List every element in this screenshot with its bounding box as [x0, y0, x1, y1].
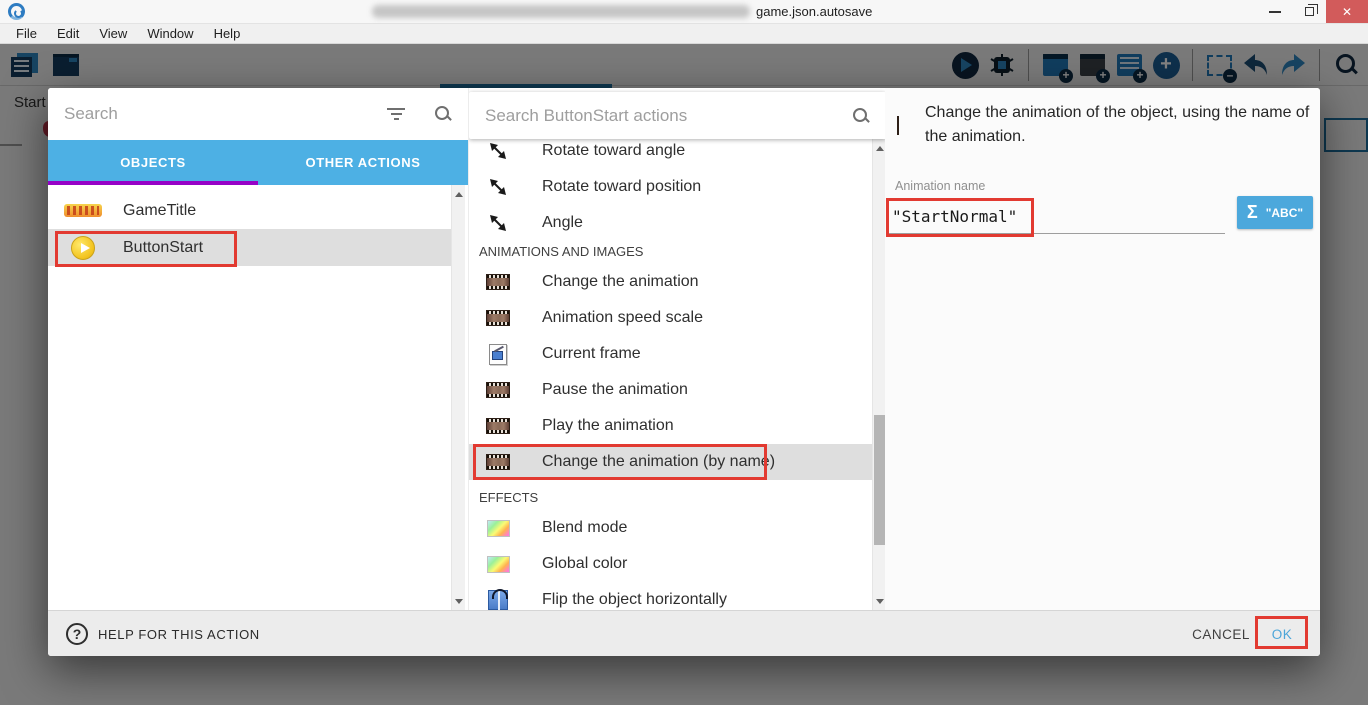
- animation-name-field[interactable]: [892, 202, 1032, 230]
- restore-button[interactable]: [1292, 0, 1326, 23]
- gdevelop-logo-icon: [8, 3, 25, 20]
- object-search-input[interactable]: [64, 88, 364, 140]
- action-list-panel: Rotate toward angle Rotate toward positi…: [468, 88, 885, 610]
- scroll-down-icon[interactable]: [452, 594, 466, 608]
- minimize-icon: [1269, 11, 1281, 13]
- buttonstart-thumbnail-icon: [71, 236, 95, 260]
- menu-window[interactable]: Window: [137, 26, 203, 41]
- object-selector-panel: OBJECTS OTHER ACTIONS GameTitle ButtonSt…: [48, 88, 468, 610]
- animation-name-label: Animation name: [895, 179, 985, 193]
- menu-view[interactable]: View: [89, 26, 137, 41]
- rotate-arrow-icon: [488, 213, 508, 233]
- minimize-button[interactable]: [1258, 0, 1292, 23]
- film-strip-icon: [486, 454, 510, 470]
- frame-page-icon: [489, 344, 507, 365]
- action-parameters-panel: Change the animation of the object, usin…: [885, 88, 1320, 610]
- app-window: game.json.autosave ✕ File Edit View Wind…: [0, 0, 1368, 705]
- menu-edit[interactable]: Edit: [47, 26, 89, 41]
- action-row[interactable]: Change the animation: [469, 264, 872, 300]
- action-row[interactable]: Rotate toward position: [469, 169, 872, 205]
- help-icon: ?: [66, 623, 88, 645]
- filter-icon[interactable]: [386, 105, 406, 123]
- help-for-this-action-button[interactable]: ? HELP FOR THIS ACTION: [66, 611, 260, 656]
- action-search-input[interactable]: [485, 92, 825, 139]
- action-search-bar: [469, 92, 885, 139]
- tab-other-actions[interactable]: OTHER ACTIONS: [258, 140, 468, 185]
- section-header-effects: EFFECTS: [479, 490, 538, 505]
- action-description: Change the animation of the object, usin…: [925, 101, 1320, 149]
- object-row-buttonstart[interactable]: ButtonStart: [48, 229, 451, 266]
- cancel-button[interactable]: CANCEL: [1186, 620, 1256, 648]
- action-row[interactable]: Global color: [469, 546, 872, 582]
- menubar: File Edit View Window Help: [0, 24, 1368, 44]
- search-icon: [852, 107, 870, 125]
- search-icon: [434, 105, 452, 123]
- window-title: game.json.autosave: [756, 4, 872, 19]
- window-title-blurred-path: [372, 5, 750, 18]
- action-row[interactable]: Play the animation: [469, 408, 872, 444]
- actions-scrollbar[interactable]: [872, 139, 885, 610]
- restore-icon: [1305, 7, 1314, 16]
- sigma-icon: Σ: [1247, 202, 1258, 223]
- object-tabs: OBJECTS OTHER ACTIONS: [48, 140, 468, 185]
- ok-button[interactable]: OK: [1262, 620, 1302, 648]
- object-search-bar: [48, 88, 468, 140]
- close-icon: ✕: [1342, 5, 1352, 19]
- scroll-down-icon[interactable]: [873, 594, 885, 608]
- flip-horizontal-icon: [488, 590, 508, 610]
- menu-file[interactable]: File: [6, 26, 47, 41]
- section-header-animations: ANIMATIONS AND IMAGES: [479, 244, 643, 259]
- gametitle-thumbnail-icon: [64, 204, 102, 217]
- action-row[interactable]: Blend mode: [469, 510, 872, 546]
- object-row-gametitle[interactable]: GameTitle: [48, 192, 451, 229]
- instruction-editor-dialog: OBJECTS OTHER ACTIONS GameTitle ButtonSt…: [48, 88, 1320, 656]
- action-row[interactable]: Animation speed scale: [469, 300, 872, 336]
- expression-builder-button[interactable]: Σ "ABC": [1237, 196, 1313, 229]
- scrollbar-thumb[interactable]: [874, 415, 885, 545]
- film-strip-icon: [486, 310, 510, 326]
- film-strip-icon: [486, 274, 510, 290]
- close-button[interactable]: ✕: [1326, 0, 1368, 23]
- action-row[interactable]: Angle: [469, 205, 872, 241]
- film-strip-icon: [486, 418, 510, 434]
- titlebar: game.json.autosave ✕: [0, 0, 1368, 24]
- objects-scrollbar[interactable]: [451, 185, 465, 610]
- action-row[interactable]: Flip the object horizontally: [469, 582, 872, 610]
- scroll-up-icon[interactable]: [452, 187, 466, 201]
- scroll-up-icon[interactable]: [873, 141, 885, 155]
- action-row-change-animation-by-name[interactable]: Change the animation (by name): [469, 444, 872, 480]
- dialog-footer: ? HELP FOR THIS ACTION CANCEL OK: [48, 610, 1320, 656]
- rotate-arrow-icon: [488, 177, 508, 197]
- rainbow-square-icon: [487, 520, 510, 537]
- action-row[interactable]: Current frame: [469, 336, 872, 372]
- tab-objects[interactable]: OBJECTS: [48, 140, 258, 185]
- rainbow-square-icon: [487, 556, 510, 573]
- film-strip-icon: [486, 382, 510, 398]
- rotate-arrow-icon: [488, 141, 508, 161]
- film-strip-icon: [897, 116, 899, 135]
- action-row[interactable]: Pause the animation: [469, 372, 872, 408]
- menu-help[interactable]: Help: [204, 26, 251, 41]
- field-underline: [886, 233, 1225, 234]
